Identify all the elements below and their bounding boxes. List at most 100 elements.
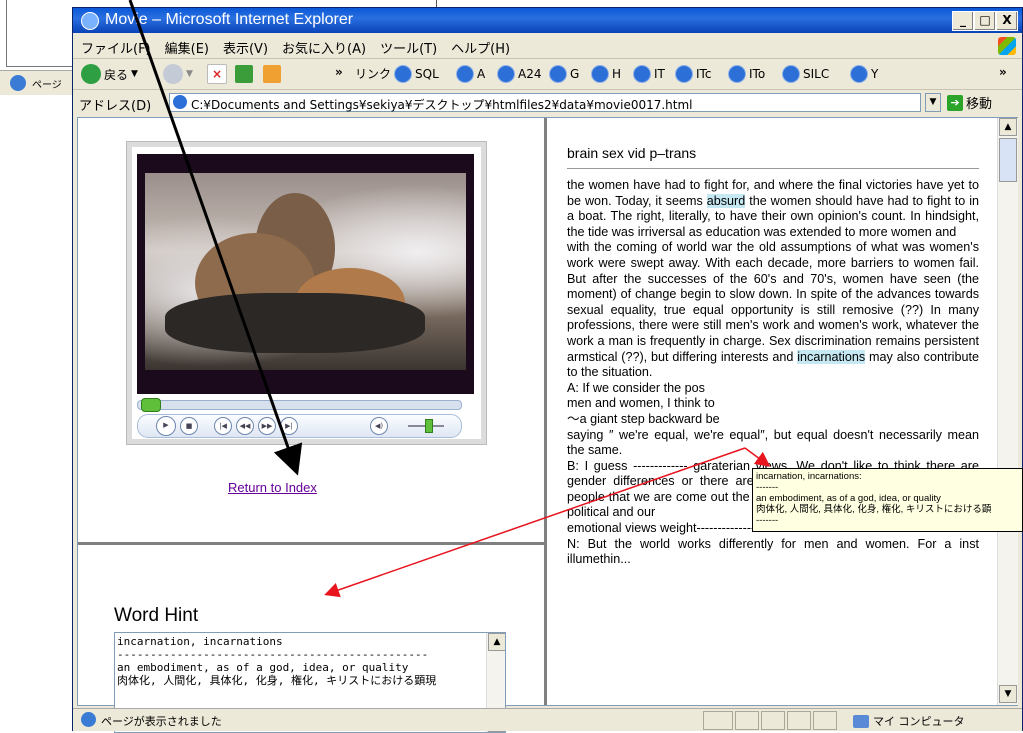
ie-page-icon: [10, 75, 26, 91]
address-dropdown-button[interactable]: ▼: [925, 93, 941, 112]
ie-page-icon: [850, 65, 868, 83]
ie-page-icon: [675, 65, 693, 83]
address-input[interactable]: C:¥Documents and Settings¥sekiya¥デスクトップ¥…: [169, 93, 921, 112]
ie-page-icon: [782, 65, 800, 83]
home-icon: [263, 65, 281, 83]
links-chevron[interactable]: »: [999, 65, 1007, 79]
background-status-text: ページ: [32, 80, 62, 91]
browser-content: ▶ ■ |◀ ◀◀ ▶▶ ▶| ◀) Return to Index Word …: [77, 117, 1018, 733]
article-title: brain sex vid p–trans: [567, 145, 697, 161]
ie-window: Movie – Microsoft Internet Explorer _ □ …: [72, 7, 1023, 733]
title-bar[interactable]: Movie – Microsoft Internet Explorer _ □ …: [73, 8, 1022, 33]
refresh-button[interactable]: [235, 63, 253, 85]
ie-page-icon: [456, 65, 474, 83]
back-button[interactable]: 戻る ▼: [81, 63, 138, 85]
menu-view[interactable]: 表示(V): [215, 34, 274, 57]
minimize-button[interactable]: _: [952, 11, 974, 31]
close-button[interactable]: X: [996, 11, 1018, 31]
link-y[interactable]: Y: [850, 65, 878, 83]
address-bar: アドレス(D) C:¥Documents and Settings¥sekiya…: [73, 90, 1022, 116]
word-tooltip: incarnation, incarnations: ------- an em…: [752, 468, 1023, 532]
stop-icon: ×: [207, 64, 227, 84]
menu-help[interactable]: ヘルプ(H): [443, 34, 516, 57]
ie-icon: [81, 12, 99, 30]
go-label: 移動: [966, 97, 993, 112]
seek-bar[interactable]: [137, 400, 462, 410]
previous-icon[interactable]: |◀: [214, 417, 232, 435]
return-to-index-link[interactable]: Return to Index: [228, 480, 317, 495]
window-title: Movie – Microsoft Internet Explorer: [105, 11, 354, 28]
ie-page-icon: [591, 65, 609, 83]
go-button[interactable]: ➔ 移動: [947, 93, 992, 112]
player-frame: ▶ ■ |◀ ◀◀ ▶▶ ▶| ◀) Return to Index: [78, 118, 544, 541]
word-hint-title: Word Hint: [114, 605, 199, 626]
go-arrow-icon: ➔: [947, 94, 963, 111]
stop-icon[interactable]: ■: [180, 417, 198, 435]
play-icon[interactable]: ▶: [156, 416, 176, 436]
ie-page-icon: [497, 65, 515, 83]
scroll-thumb[interactable]: [999, 138, 1017, 182]
volume-thumb[interactable]: [425, 419, 433, 433]
ie-page-icon: [394, 65, 412, 83]
article-frame: brain sex vid p–trans the women have had…: [547, 118, 997, 705]
computer-icon: [853, 714, 869, 728]
video-screen[interactable]: [137, 154, 474, 394]
seek-thumb[interactable]: [141, 398, 161, 412]
link-a[interactable]: A: [456, 65, 485, 83]
rewind-icon[interactable]: ◀◀: [236, 417, 254, 435]
link-a24[interactable]: A24: [497, 65, 541, 83]
windows-logo-icon: [998, 37, 1016, 55]
divider: [567, 168, 979, 169]
link-h[interactable]: H: [591, 65, 621, 83]
toolbar: 戻る ▼ ▼ × » リンク SQL A A24 G H IT ITc ITo …: [73, 59, 1022, 90]
link-ito[interactable]: ITo: [728, 65, 765, 83]
menu-edit[interactable]: 編集(E): [157, 34, 215, 57]
status-text: ページが表示されました: [101, 715, 222, 728]
volume-icon[interactable]: ◀): [370, 417, 388, 435]
next-icon[interactable]: ▶|: [280, 417, 298, 435]
scroll-down-icon[interactable]: ▼: [999, 685, 1017, 703]
ie-page-icon: [633, 65, 651, 83]
ie-page-icon: [81, 712, 96, 727]
links-label: リンク: [355, 67, 392, 81]
player-controls: ▶ ■ |◀ ◀◀ ▶▶ ▶| ◀): [137, 414, 462, 438]
menu-tools[interactable]: ツール(T): [372, 34, 443, 57]
highlighted-word-absurd[interactable]: absurd: [706, 193, 746, 208]
stop-button[interactable]: ×: [207, 63, 227, 85]
menu-file[interactable]: ファイル(F): [73, 34, 157, 57]
ie-page-icon: [173, 95, 187, 109]
tire-shape: [165, 293, 425, 353]
forward-dropdown-icon[interactable]: ▼: [186, 69, 193, 79]
video-frame: [145, 173, 466, 370]
home-button[interactable]: [263, 63, 281, 85]
word-hint-frame: Word Hint incarnation, incarnations ----…: [78, 545, 544, 733]
ie-page-icon: [549, 65, 567, 83]
link-silc[interactable]: SILC: [782, 65, 829, 83]
status-bar: ページが表示されました マイ コンピュータ: [73, 708, 1022, 731]
maximize-button[interactable]: □: [974, 11, 996, 31]
scroll-up-icon[interactable]: ▲: [999, 118, 1017, 136]
back-label: 戻る: [104, 67, 129, 82]
forward-button[interactable]: ▼: [163, 63, 193, 85]
media-player: ▶ ■ |◀ ◀◀ ▶▶ ▶| ◀): [126, 141, 487, 445]
security-zone: マイ コンピュータ: [853, 713, 965, 729]
link-g[interactable]: G: [549, 65, 579, 83]
link-it[interactable]: IT: [633, 65, 665, 83]
menu-favorites[interactable]: お気に入り(A): [274, 34, 372, 57]
ie-page-icon: [728, 65, 746, 83]
forward-arrow-icon: [163, 64, 183, 84]
toolbar-chevron[interactable]: »: [335, 65, 343, 79]
article-scrollbar[interactable]: ▲ ▼: [997, 118, 1018, 705]
highlighted-word-incarnations[interactable]: incarnations: [797, 349, 866, 364]
back-arrow-icon: [81, 64, 101, 84]
back-dropdown-icon[interactable]: ▼: [131, 69, 138, 79]
link-sql[interactable]: SQL: [394, 65, 439, 83]
address-value: C:¥Documents and Settings¥sekiya¥デスクトップ¥…: [191, 98, 693, 112]
address-label: アドレス(D): [79, 99, 152, 114]
word-hint-text: incarnation, incarnations --------------…: [117, 635, 437, 687]
scroll-up-icon[interactable]: ▲: [488, 633, 505, 651]
fast-forward-icon[interactable]: ▶▶: [258, 417, 276, 435]
refresh-icon: [235, 65, 253, 83]
link-itc[interactable]: ITc: [675, 65, 711, 83]
menu-bar: ファイル(F) 編集(E) 表示(V) お気に入り(A) ツール(T) ヘルプ(H): [73, 34, 1022, 59]
